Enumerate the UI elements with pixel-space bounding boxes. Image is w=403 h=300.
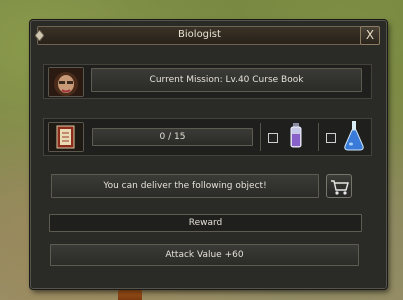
progress-counter: 0 / 15 xyxy=(92,128,253,146)
section-divider xyxy=(318,123,319,151)
quest-item-slot[interactable] xyxy=(48,122,84,152)
potion-small-checkbox[interactable] xyxy=(268,133,278,143)
current-mission-label: Current Mission: Lv.40 Curse Book xyxy=(91,68,362,92)
shopping-cart-icon xyxy=(331,180,349,195)
npc-portrait xyxy=(48,67,84,97)
curse-book-icon xyxy=(49,123,83,151)
reward-header: Reward xyxy=(49,214,362,232)
section-divider xyxy=(260,123,261,151)
window-title: Biologist xyxy=(178,29,221,40)
deliver-cart-button[interactable] xyxy=(326,174,352,198)
close-button[interactable]: X xyxy=(360,26,380,45)
potion-large-checkbox[interactable] xyxy=(326,133,336,143)
blue-flask-icon xyxy=(344,121,364,151)
npc-portrait-icon xyxy=(49,68,83,96)
quest-window: Biologist X Current Mission: Lv.40 Curse… xyxy=(30,20,387,289)
deliver-message: You can deliver the following object! xyxy=(51,174,319,198)
reward-value: Attack Value +60 xyxy=(50,244,359,266)
purple-potion-icon xyxy=(290,123,302,148)
progress-section: 0 / 15 xyxy=(43,118,372,156)
window-titlebar[interactable]: Biologist xyxy=(35,26,362,45)
mission-section: Current Mission: Lv.40 Curse Book xyxy=(43,64,372,99)
